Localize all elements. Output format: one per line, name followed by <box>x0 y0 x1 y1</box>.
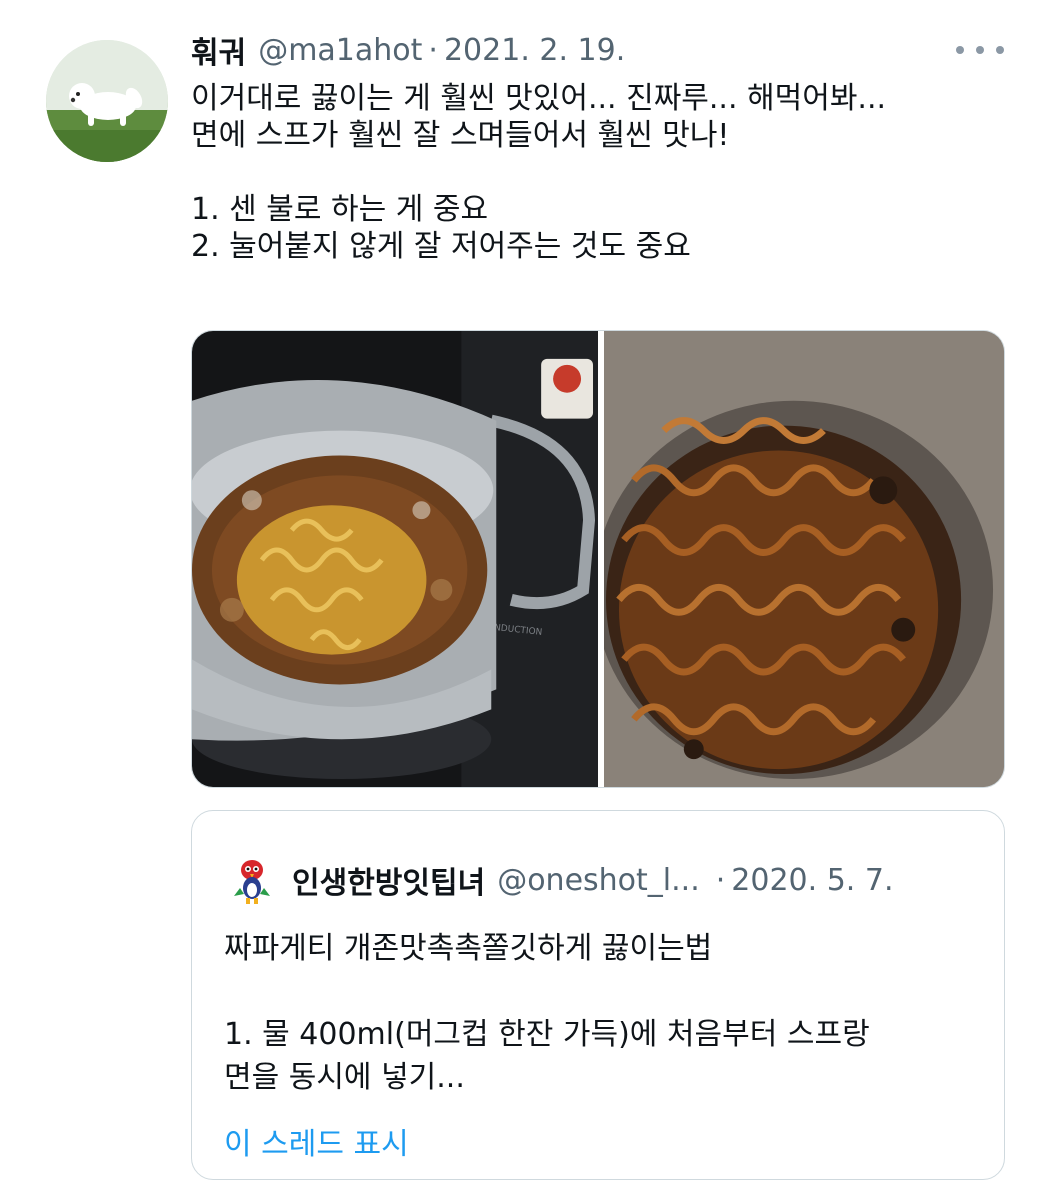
quoted-text-line: 1. 물 400ml(머그컵 한잔 가득)에 처음부터 스프랑 <box>224 1017 870 1052</box>
more-dot <box>996 46 1004 54</box>
quoted-tweet-header: 인생한방잇팁녀 @oneshot_l... · 2020. 5. 7. <box>224 851 893 909</box>
author-avatar[interactable] <box>46 40 168 162</box>
tweet-text-line: 이거대로 끓이는 게 훨씬 맛있어... 진짜루... 해먹어봐... <box>191 81 887 116</box>
show-thread-link[interactable]: 이 스레드 표시 <box>224 1119 409 1163</box>
more-dot <box>976 46 984 54</box>
quoted-tweet-text: 짜파게티 개존맛촉촉쫄깃하게 끓이는법 1. 물 400ml(머그컵 한잔 가득… <box>224 927 984 1099</box>
quoted-tweet[interactable]: 인생한방잇팁녀 @oneshot_l... · 2020. 5. 7. 짜파게티… <box>191 810 1005 1180</box>
media-grid: INDUCTION <box>191 330 1005 788</box>
quoted-text-line: 면을 동시에 넣기... <box>224 1060 465 1095</box>
tweet-text-line: 1. 센 불로 하는 게 중요 <box>191 192 489 227</box>
puppy-avatar-image <box>46 40 168 162</box>
quoted-author-handle[interactable]: @oneshot_l... <box>497 863 700 898</box>
photo-cooked-noodles[interactable] <box>604 331 1004 787</box>
quoted-tweet-date[interactable]: 2020. 5. 7. <box>731 863 893 898</box>
more-options-icon[interactable] <box>956 40 1004 60</box>
quoted-text-line: 짜파게티 개존맛촉촉쫄깃하게 끓이는법 <box>224 931 713 966</box>
pot-boiling-noodles-image: INDUCTION <box>192 331 598 787</box>
quoted-header-separator: · <box>715 862 726 898</box>
quoted-author-display-name[interactable]: 인생한방잇팁녀 <box>292 858 485 902</box>
author-handle[interactable]: @ma1ahot <box>258 33 422 68</box>
photo-pot-boiling[interactable]: INDUCTION <box>192 331 598 787</box>
more-dot <box>956 46 964 54</box>
pot-cooked-noodles-image <box>604 331 1004 787</box>
tweet-text: 이거대로 끓이는 게 훨씬 맛있어... 진짜루... 해먹어봐... 면에 스… <box>191 80 1021 265</box>
tweet: 훠궈 @ma1ahot · 2021. 2. 19. 이거대로 끓이는 게 훨씬… <box>0 0 1049 1200</box>
bird-mascot-icon <box>224 852 280 908</box>
tweet-date[interactable]: 2021. 2. 19. <box>444 33 625 68</box>
quoted-author-avatar[interactable] <box>224 852 280 908</box>
tweet-text-line: 2. 눌어붙지 않게 잘 저어주는 것도 중요 <box>191 229 691 264</box>
header-separator: · <box>428 32 438 68</box>
author-display-name[interactable]: 훠궈 <box>191 28 246 72</box>
tweet-text-line: 면에 스프가 훨씬 잘 스며들어서 훨씬 맛나! <box>191 118 730 153</box>
quoted-text-blank-line <box>224 970 984 1013</box>
tweet-header: 훠궈 @ma1ahot · 2021. 2. 19. <box>191 28 625 72</box>
